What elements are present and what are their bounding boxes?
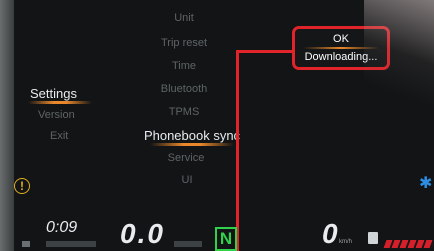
speed-unit: km/h <box>339 239 353 245</box>
annotation-line-horizontal <box>236 50 294 53</box>
gear-indicator: N <box>215 227 237 251</box>
rpm-bar <box>46 241 96 247</box>
dashboard-frame: Settings Version Exit Unit Trip reset Ti… <box>0 0 434 251</box>
rpm-readout: 0.0 <box>120 218 165 249</box>
menu-item-bluetooth[interactable]: Bluetooth <box>161 83 207 95</box>
menu-item-service[interactable]: Service <box>168 152 205 164</box>
trip-icon <box>22 241 30 247</box>
menu-item-unit[interactable]: Unit <box>174 12 194 24</box>
bluetooth-icon: ✱ <box>419 175 433 192</box>
tpms-warning-icon: ! <box>14 178 30 194</box>
clock-time: 0:09 <box>46 219 78 236</box>
settings-highlight <box>28 101 92 104</box>
fuel-level-bar <box>383 240 434 248</box>
menu-item-phonebook-sync[interactable]: Phonebook sync <box>144 128 240 143</box>
fuel-icon <box>368 232 378 244</box>
menu-item-settings[interactable]: Settings <box>30 86 77 101</box>
screen-glare <box>364 0 434 120</box>
menu-item-trip-reset[interactable]: Trip reset <box>161 37 207 49</box>
menu-item-version[interactable]: Version <box>38 109 75 121</box>
phonebook-sync-highlight <box>150 143 234 146</box>
rpm-bar-right <box>174 241 202 247</box>
menu-item-tpms[interactable]: TPMS <box>169 106 200 118</box>
speed-readout: 0 <box>322 218 338 249</box>
annotation-line-vertical <box>236 50 239 251</box>
bezel-edge <box>0 0 14 251</box>
menu-item-exit[interactable]: Exit <box>50 130 68 142</box>
menu-item-time[interactable]: Time <box>172 60 196 72</box>
menu-item-ui[interactable]: UI <box>182 174 193 186</box>
